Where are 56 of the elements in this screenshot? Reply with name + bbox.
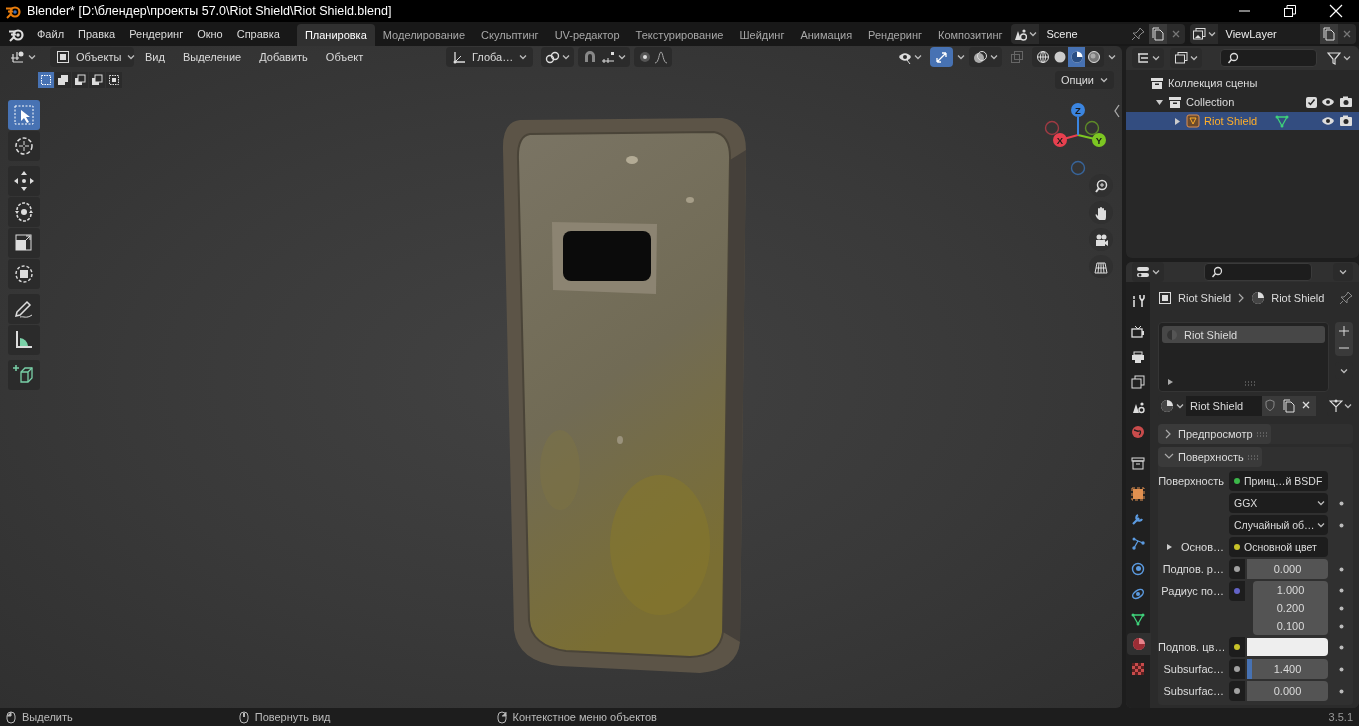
status-hint: Выделить [22, 711, 73, 723]
axis-handle[interactable]: Y [1077, 133, 1106, 147]
field-label: Subsurfac… [1162, 684, 1224, 699]
orientation-dropdown[interactable]: Глоба… [446, 47, 534, 67]
workspace-tab[interactable]: Текстурирование [627, 24, 732, 46]
number-field[interactable]: 0.100 [1253, 617, 1328, 635]
dropdown[interactable]: Случайный об… [1229, 515, 1328, 535]
material-name-field[interactable]: Riot Shield [1186, 396, 1262, 416]
workspace-tab[interactable]: Моделирование [374, 24, 474, 46]
menu-item[interactable]: Файл [30, 25, 72, 43]
menu-item[interactable]: Правка [71, 25, 123, 43]
menu-item[interactable]: Выделение [175, 48, 249, 66]
breadcrumb: Riot Shield [1178, 292, 1232, 304]
field-label: Subsurfac… [1162, 662, 1224, 677]
number-field[interactable]: 0.000 [1247, 559, 1328, 579]
material-slot[interactable]: Riot Shield [1162, 326, 1325, 343]
socket-link-field[interactable]: Принц…й BSDF [1229, 471, 1328, 491]
number-field[interactable]: 0.200 [1253, 599, 1328, 617]
panel-header[interactable]: Предпросмотр [1158, 424, 1271, 444]
dropdown[interactable]: GGX [1229, 493, 1328, 513]
workspace-tab[interactable]: Композитинг [930, 24, 1011, 46]
options-dropdown[interactable]: Опции [1054, 71, 1114, 89]
field-label: Радиус по… [1160, 584, 1224, 599]
status-hint: Контекстное меню объектов [512, 711, 657, 723]
field-label: Поверхность [1158, 474, 1224, 489]
number-field[interactable]: 1.000 [1253, 581, 1328, 599]
menu-item[interactable]: Добавить [252, 48, 315, 66]
outliner-row[interactable]: Коллекция сцены [1126, 74, 1359, 92]
workspace-tab[interactable]: Скульптинг [473, 24, 547, 46]
workspace-tab[interactable]: Анимация [792, 24, 861, 46]
breadcrumb: Riot Shield [1271, 292, 1325, 304]
outliner-row[interactable]: Riot Shield [1126, 112, 1359, 130]
socket-link-field[interactable]: Основной цвет [1229, 537, 1328, 557]
field-label: Подпов. р… [1161, 562, 1224, 577]
menu-item[interactable]: Объект [318, 48, 371, 66]
workspace-tab[interactable]: Шейдинг [731, 24, 793, 46]
workspace-tab[interactable]: UV-редактор [546, 24, 628, 46]
menu-item[interactable]: Справка [229, 25, 287, 43]
scene-field[interactable]: Scene [1038, 24, 1149, 44]
menu-item[interactable]: Окно [190, 25, 230, 43]
field-label: Основ… [1180, 540, 1224, 555]
view-layer-field[interactable]: ViewLayer [1217, 24, 1320, 44]
workspace-tab[interactable]: Планировка [296, 24, 375, 46]
outliner-row[interactable]: Collection [1126, 93, 1359, 111]
window-title: Blender* [D:\блендер\проекты 57.0\Riot Shield\Riot Shield.blend] [27, 4, 393, 18]
number-field[interactable]: 0.000 [1247, 681, 1328, 701]
workspace-tab[interactable]: Рендеринг [860, 24, 931, 46]
menu-item[interactable]: Вид [138, 48, 172, 66]
panel-header[interactable]: Поверхность [1158, 447, 1262, 467]
field-label: Подпов. цв… [1158, 640, 1224, 655]
version-label: 3.5.1 [1328, 711, 1353, 723]
menu-item[interactable]: Рендеринг [122, 25, 191, 43]
status-hint: Повернуть вид [254, 711, 331, 723]
mode-dropdown[interactable]: Объекты [50, 47, 134, 67]
number-field[interactable]: 1.400 [1247, 659, 1328, 679]
axis-handle[interactable]: Z [1071, 103, 1085, 136]
